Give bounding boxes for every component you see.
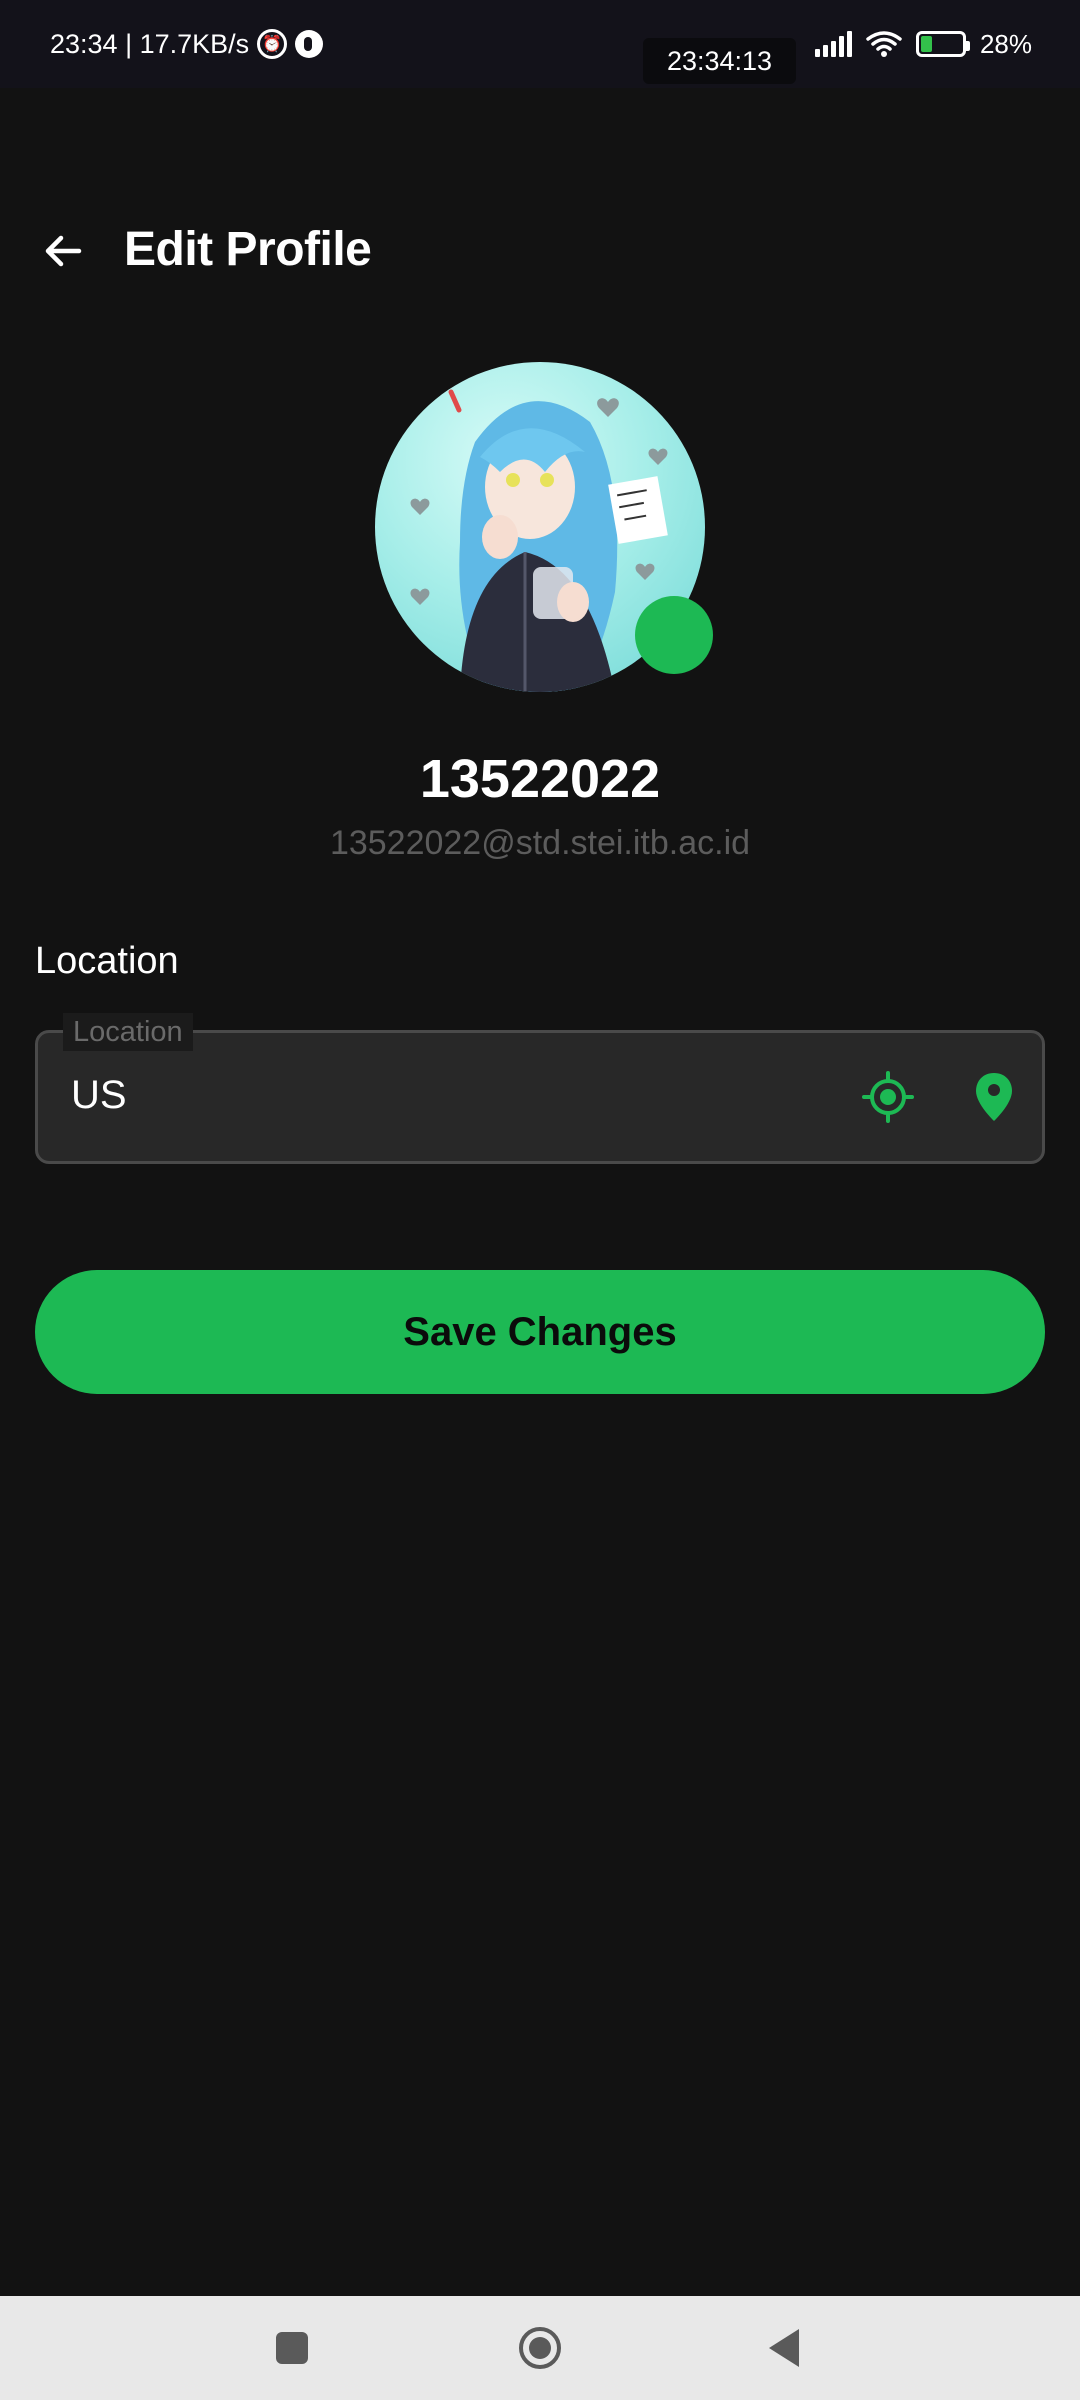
pick-on-map-button[interactable] [962,1065,1026,1129]
save-changes-button[interactable]: Save Changes [35,1270,1045,1394]
battery-fill [920,36,933,52]
status-clock: 23:34:13 [643,38,796,84]
back-button[interactable] [30,218,96,284]
location-field-label: Location [63,1013,193,1051]
profile-email: 13522022@std.stei.itb.ac.id [329,824,751,862]
page-title: Edit Profile [124,223,372,276]
profile-username: 13522022 [419,749,661,809]
signal-icon [814,31,852,57]
battery-percent: 28% [979,28,1032,59]
map-pin-icon [976,1073,1012,1121]
alarm-icon: ⏰ [257,29,288,59]
header: Edit Profile [0,200,1080,310]
location-section-label: Location [35,940,179,982]
location-input-value[interactable]: US [71,1073,127,1118]
status-bar: 23:34 | 17.7KB/s ⏰ 23:34:13 28% [0,0,1080,88]
gps-crosshair-icon [862,1071,914,1123]
edit-profile-screen: 23:34 | 17.7KB/s ⏰ 23:34:13 28% Edit Pro… [0,0,1080,2400]
avatar-container[interactable] [375,362,713,692]
app-notification-icon [295,30,324,58]
home-circle-icon [519,2327,561,2369]
system-back-button[interactable] [724,2296,844,2400]
system-nav-bar [0,2296,1080,2400]
location-field[interactable]: Location US [35,1013,1045,1164]
current-location-button[interactable] [856,1065,920,1129]
back-triangle-icon [769,2329,799,2367]
status-clock-text: 23:34:13 [666,45,773,76]
status-right: 28% [814,0,1032,88]
edit-photo-badge[interactable] [635,596,713,674]
battery-icon [915,31,970,57]
status-time-speed: 23:34 | 17.7KB/s [50,28,250,59]
home-button[interactable] [480,2296,600,2400]
wifi-icon [866,31,902,57]
status-left: 23:34 | 17.7KB/s ⏰ [50,28,324,60]
recents-button[interactable] [232,2296,352,2400]
recents-square-icon [276,2332,308,2364]
arrow-left-icon [45,235,82,267]
